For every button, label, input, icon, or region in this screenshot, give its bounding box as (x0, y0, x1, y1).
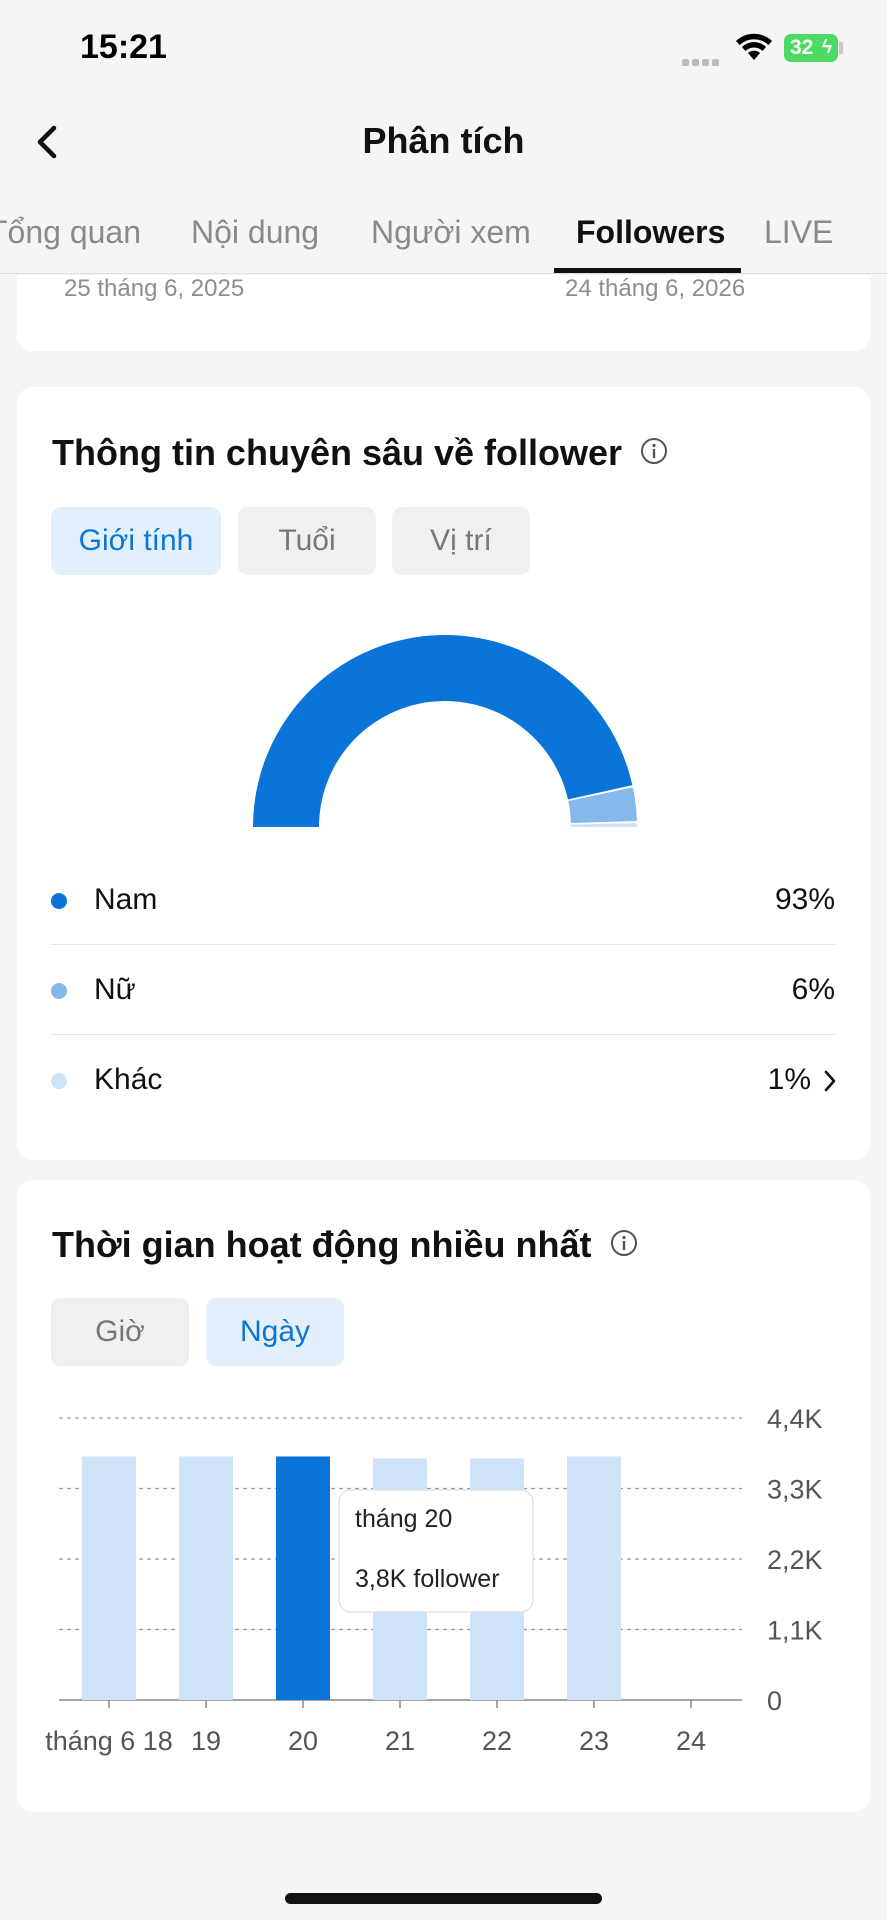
legend-value: 93% (774, 883, 835, 916)
legend-row-other[interactable]: Khác 1% (51, 1035, 836, 1125)
tab-bar: Tổng quan Nội dung Người xem Followers L… (0, 200, 887, 274)
x-tick-label: 21 (385, 1726, 415, 1756)
home-indicator (285, 1893, 602, 1904)
bar-0[interactable] (82, 1456, 136, 1700)
x-tick-label: 24 (676, 1726, 706, 1756)
filter-location-chip[interactable]: Vị trí (392, 507, 530, 575)
x-tick-label: 19 (191, 1726, 221, 1756)
bolt-icon: ϟ (821, 37, 832, 58)
legend-dot-female (51, 983, 67, 999)
y-tick-label: 0 (767, 1686, 782, 1716)
y-tick-label: 4,4K (767, 1404, 823, 1434)
battery-level: 32 (790, 36, 814, 59)
legend-row-male: Nam 93% (51, 855, 835, 945)
date-range-card: 25 tháng 6, 2025 24 tháng 6, 2026 (17, 275, 870, 351)
activity-bar-chart: 0 1,1K 2,2K 3,3K 4,4K tháng 6 18 19 20 21 22 23 24 t… (45, 1404, 823, 1756)
legend-label: Khác (94, 1063, 163, 1096)
signal-icon (682, 53, 722, 71)
x-tick-label: 20 (288, 1726, 318, 1756)
page-title: Phân tích (362, 120, 525, 161)
filter-gender-chip[interactable]: Giới tính (51, 507, 221, 575)
most-active-card: Thời gian hoạt động nhiều nhất Giờ Ngày … (17, 1180, 870, 1812)
y-tick-label: 3,3K (767, 1475, 823, 1505)
chevron-right-icon[interactable] (819, 1068, 841, 1094)
tab-active-indicator (554, 268, 741, 273)
tab-followers[interactable]: Followers (576, 214, 725, 251)
wifi-icon (736, 33, 772, 60)
donut-slice-2 (570, 823, 637, 827)
x-tick-label: 23 (579, 1726, 609, 1756)
filter-age-chip[interactable]: Tuổi (238, 507, 376, 575)
legend-dot-male (51, 893, 67, 909)
legend-label: Nữ (94, 973, 136, 1006)
legend-label: Nam (94, 883, 158, 916)
y-tick-label: 1,1K (767, 1616, 823, 1646)
date-end: 24 tháng 6, 2026 (565, 275, 746, 302)
header: Phân tích (0, 100, 887, 184)
tab-overview[interactable]: Tổng quan (0, 214, 141, 251)
legend-value: 6% (791, 973, 835, 1006)
status-bar: 15:21 32 ϟ (0, 0, 887, 100)
legend-value: 1% (767, 1063, 811, 1096)
chart-tooltip: tháng 20 3,8K follower (338, 1489, 534, 1613)
legend-row-female: Nữ 6% (51, 945, 835, 1035)
follower-insights-title: Thông tin chuyên sâu về follower (52, 432, 668, 474)
info-icon[interactable] (640, 437, 668, 465)
bar-1[interactable] (179, 1456, 233, 1700)
tab-live[interactable]: LIVE (764, 214, 833, 251)
status-time: 15:21 (80, 28, 167, 66)
date-start: 25 tháng 6, 2025 (64, 275, 245, 302)
x-tick-label: 22 (482, 1726, 512, 1756)
tab-content[interactable]: Nội dung (191, 214, 319, 251)
tooltip-title: tháng 20 (355, 1505, 452, 1533)
y-tick-label: 2,2K (767, 1545, 823, 1575)
follower-insights-card: Thông tin chuyên sâu về follower Giới tí… (17, 387, 870, 1160)
battery-cap (839, 42, 843, 54)
tooltip-value: 3,8K follower (355, 1565, 500, 1593)
donut-slice-0 (253, 635, 633, 827)
bar-5[interactable] (567, 1456, 621, 1700)
gender-donut-chart (253, 635, 637, 827)
battery-icon: 32 ϟ (784, 34, 838, 62)
bar-2[interactable] (276, 1456, 330, 1700)
tab-viewers[interactable]: Người xem (371, 214, 531, 251)
x-tick-label: tháng 6 18 (45, 1726, 173, 1756)
legend-dot-other (51, 1073, 67, 1089)
follower-insights-title-text: Thông tin chuyên sâu về follower (52, 432, 623, 473)
